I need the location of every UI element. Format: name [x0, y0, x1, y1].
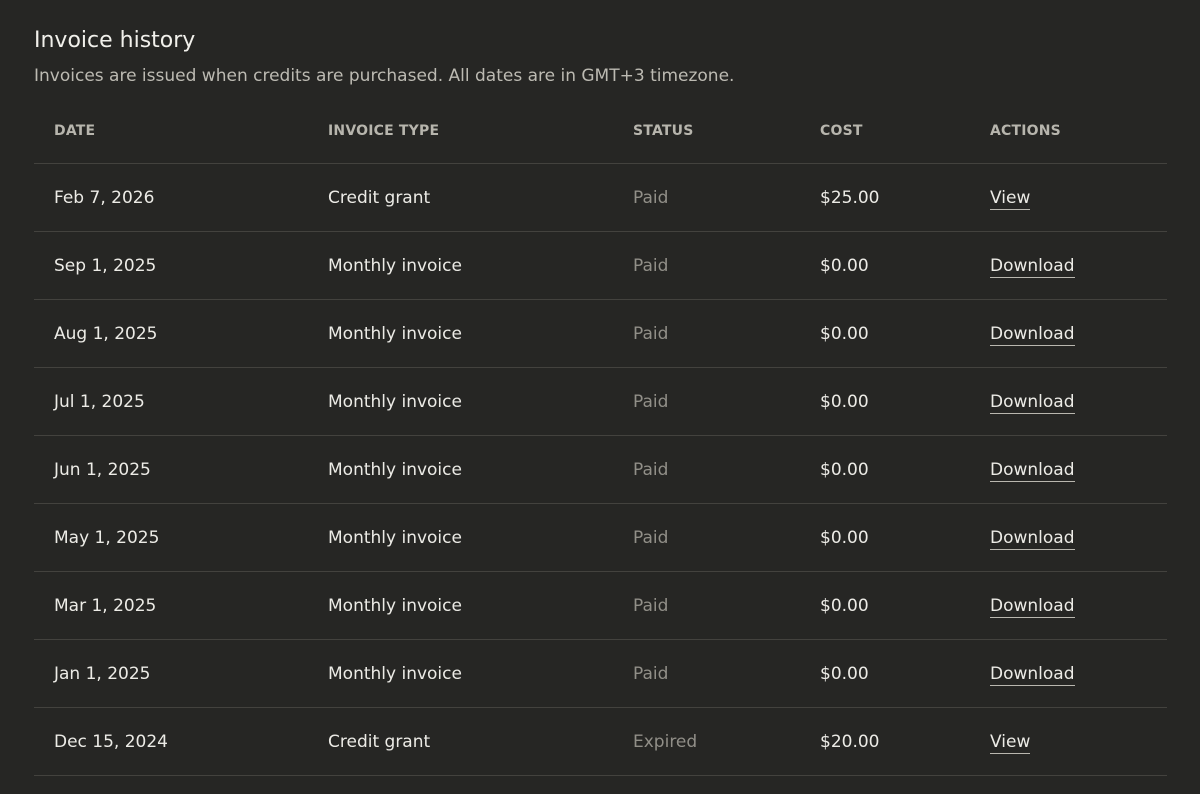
cell-date: May 1, 2025 [34, 503, 308, 572]
table-row: Feb 7, 2026 Credit grant Paid $25.00 Vie… [34, 163, 1167, 232]
view-link[interactable]: View [990, 731, 1031, 754]
download-link[interactable]: Download [990, 527, 1075, 550]
cell-actions: Download [970, 231, 1167, 300]
cell-cost: $20.00 [800, 707, 970, 776]
cell-actions: Download [970, 639, 1167, 708]
download-link[interactable]: Download [990, 459, 1075, 482]
cell-invoice-type: Monthly invoice [308, 367, 613, 436]
download-link[interactable]: Download [990, 595, 1075, 618]
cell-cost: $0.00 [800, 231, 970, 300]
cell-invoice-type: Monthly invoice [308, 299, 613, 368]
cell-invoice-type: Monthly invoice [308, 639, 613, 708]
table-row: Jul 1, 2025 Monthly invoice Paid $0.00 D… [34, 367, 1167, 436]
cell-actions: Download [970, 503, 1167, 572]
cell-invoice-type: Monthly invoice [308, 435, 613, 504]
column-header-actions: ACTIONS [970, 98, 1167, 164]
cell-date: Jul 1, 2025 [34, 367, 308, 436]
table-row: Jan 1, 2025 Monthly invoice Paid $0.00 D… [34, 639, 1167, 708]
cell-invoice-type: Monthly invoice [308, 231, 613, 300]
cell-status: Expired [613, 707, 800, 776]
column-header-status: STATUS [613, 98, 800, 164]
cell-actions: Download [970, 299, 1167, 368]
download-link[interactable]: Download [990, 663, 1075, 686]
cell-date: Jun 1, 2025 [34, 435, 308, 504]
cell-cost: $0.00 [800, 435, 970, 504]
table-row: Jun 1, 2025 Monthly invoice Paid $0.00 D… [34, 435, 1167, 504]
cell-status: Paid [613, 571, 800, 640]
cell-status: Paid [613, 163, 800, 232]
cell-date: Dec 15, 2024 [34, 707, 308, 776]
table-row: Sep 1, 2025 Monthly invoice Paid $0.00 D… [34, 231, 1167, 300]
table-row: Aug 1, 2025 Monthly invoice Paid $0.00 D… [34, 299, 1167, 368]
cell-status: Paid [613, 503, 800, 572]
table-row: Dec 15, 2024 Credit grant Expired $20.00… [34, 707, 1167, 776]
cell-date: Aug 1, 2025 [34, 299, 308, 368]
cell-invoice-type: Credit grant [308, 163, 613, 232]
download-link[interactable]: Download [990, 323, 1075, 346]
cell-actions: View [970, 163, 1167, 232]
column-header-cost: COST [800, 98, 970, 164]
cell-status: Paid [613, 231, 800, 300]
table-row: Mar 1, 2025 Monthly invoice Paid $0.00 D… [34, 571, 1167, 640]
cell-invoice-type: Monthly invoice [308, 503, 613, 572]
cell-cost: $0.00 [800, 503, 970, 572]
cell-actions: Download [970, 367, 1167, 436]
cell-status: Paid [613, 639, 800, 708]
cell-date: Sep 1, 2025 [34, 231, 308, 300]
section-title: Invoice history [34, 28, 196, 53]
cell-date: Feb 7, 2026 [34, 163, 308, 232]
cell-cost: $0.00 [800, 367, 970, 436]
cell-invoice-type: Monthly invoice [308, 571, 613, 640]
download-link[interactable]: Download [990, 255, 1075, 278]
cell-cost: $0.00 [800, 299, 970, 368]
table-row: May 1, 2025 Monthly invoice Paid $0.00 D… [34, 503, 1167, 572]
column-header-invoice-type: INVOICE TYPE [308, 98, 613, 164]
view-link[interactable]: View [990, 187, 1031, 210]
cell-status: Paid [613, 299, 800, 368]
cell-date: Mar 1, 2025 [34, 571, 308, 640]
cell-actions: View [970, 707, 1167, 776]
invoice-table: DATE INVOICE TYPE STATUS COST ACTIONS Fe… [34, 98, 1167, 776]
cell-cost: $0.00 [800, 571, 970, 640]
cell-date: Jan 1, 2025 [34, 639, 308, 708]
cell-actions: Download [970, 571, 1167, 640]
cell-actions: Download [970, 435, 1167, 504]
cell-invoice-type: Credit grant [308, 707, 613, 776]
cell-cost: $25.00 [800, 163, 970, 232]
column-header-date: DATE [34, 98, 308, 164]
download-link[interactable]: Download [990, 391, 1075, 414]
cell-cost: $0.00 [800, 639, 970, 708]
table-header-row: DATE INVOICE TYPE STATUS COST ACTIONS [34, 98, 1167, 164]
section-subtitle: Invoices are issued when credits are pur… [34, 66, 735, 86]
cell-status: Paid [613, 435, 800, 504]
cell-status: Paid [613, 367, 800, 436]
